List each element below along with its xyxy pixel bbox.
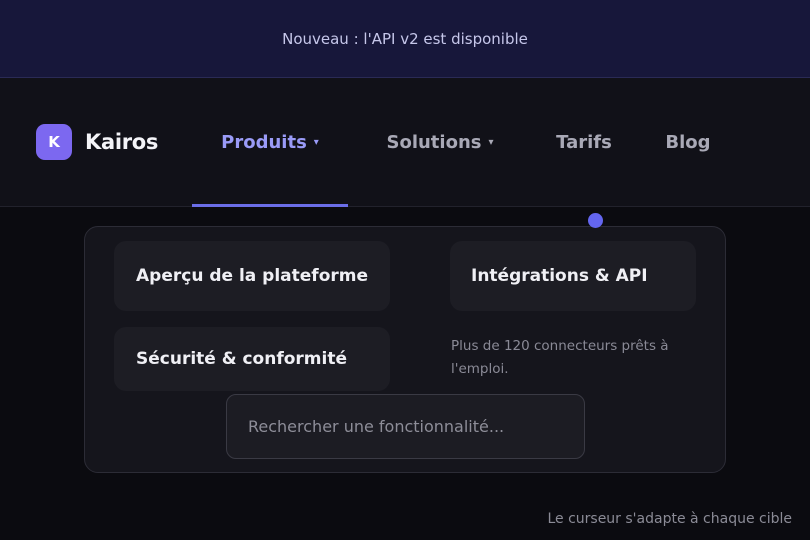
nav-item-solutions[interactable]: Solutions ▾ — [362, 78, 518, 207]
menu-card-platform-overview[interactable]: Aperçu de la plateforme — [114, 241, 390, 311]
nav-item-label: Produits — [221, 132, 307, 153]
menu-card-label: Intégrations & API — [471, 266, 648, 286]
nav-item-blog[interactable]: Blog — [648, 78, 728, 207]
chevron-down-icon: ▾ — [488, 137, 494, 148]
menu-card-label: Sécurité & conformité — [136, 349, 347, 369]
brand-logo[interactable]: K Kairos — [36, 124, 158, 160]
cursor-hint-text: Le curseur s'adapte à chaque cible — [547, 511, 792, 527]
chevron-down-icon: ▾ — [313, 137, 319, 148]
announcement-text: Nouveau : l'API v2 est disponible — [282, 29, 528, 48]
announcement-bar: Nouveau : l'API v2 est disponible — [0, 0, 810, 78]
nav-item-label: Solutions — [386, 132, 482, 153]
menu-card-integrations[interactable]: Intégrations & API — [450, 241, 696, 311]
brand-mark-icon: K — [36, 124, 72, 160]
products-dropdown-panel: Aperçu de la plateforme Sécurité & confo… — [84, 226, 726, 473]
integrations-description: Plus de 120 connecteurs prêts à l'emploi… — [451, 338, 669, 377]
cursor-indicator — [588, 213, 603, 228]
nav-item-tarifs[interactable]: Tarifs — [534, 78, 634, 207]
nav-item-label: Tarifs — [556, 132, 612, 153]
main-navbar: K Kairos Produits ▾ Solutions ▾ Tarifs B… — [0, 78, 810, 207]
menu-card-security[interactable]: Sécurité & conformité — [114, 327, 390, 391]
menu-card-label: Aperçu de la plateforme — [136, 266, 368, 286]
nav-item-label: Blog — [665, 132, 711, 153]
nav-item-produits[interactable]: Produits ▾ — [192, 78, 348, 207]
brand-name: Kairos — [85, 130, 159, 154]
feature-search-input[interactable] — [226, 394, 585, 459]
